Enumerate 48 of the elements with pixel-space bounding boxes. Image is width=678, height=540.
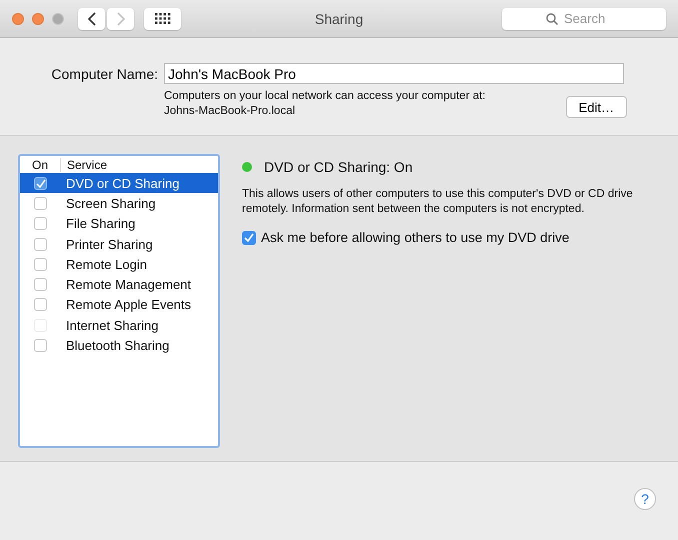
- checkbox[interactable]: [34, 298, 47, 312]
- checkbox[interactable]: [34, 196, 47, 210]
- network-note: Computers on your local network can access your computer at:: [164, 89, 486, 104]
- chevron-right-icon: [116, 12, 126, 26]
- service-row[interactable]: Bluetooth Sharing: [20, 335, 218, 356]
- service-row[interactable]: Remote Login: [20, 254, 218, 274]
- service-row[interactable]: Printer Sharing: [20, 234, 218, 254]
- edit-button[interactable]: Edit…: [566, 96, 627, 118]
- checkbox[interactable]: [34, 339, 47, 352]
- grid-icon: [154, 12, 170, 24]
- service-name: Remote Management: [66, 277, 192, 292]
- service-name: Remote Login: [66, 256, 147, 272]
- service-row[interactable]: Remote Apple Events: [20, 294, 218, 316]
- checkbox[interactable]: [34, 278, 47, 292]
- service-row[interactable]: File Sharing: [20, 214, 218, 234]
- service-name: Screen Sharing: [66, 196, 156, 211]
- computer-name-label: Computer Name:: [50, 66, 158, 82]
- service-row[interactable]: Remote Management: [20, 274, 218, 295]
- network-address: Johns-MacBook-Pro.local: [164, 104, 296, 119]
- description: This allows users of other computers to use this computer's DVD or CD drive remotely. Information sent between the computers is not encrypted.: [242, 187, 634, 217]
- computer-name-field[interactable]: John's MacBook Pro: [164, 63, 624, 84]
- checkbox[interactable]: [34, 176, 47, 190]
- window-title: Sharing: [314, 10, 364, 26]
- option-label: Ask me before allowing others to use my DVD drive: [261, 230, 570, 245]
- service-name: File Sharing: [66, 216, 136, 232]
- service-name: Internet Sharing: [66, 318, 159, 333]
- minimize-icon[interactable]: [32, 12, 44, 24]
- chevron-left-icon: [86, 12, 96, 26]
- service-name: Remote Apple Events: [66, 297, 192, 312]
- search-icon: [546, 12, 558, 24]
- back-button[interactable]: [78, 8, 105, 30]
- column-header: Service: [66, 158, 108, 172]
- service-name: Printer Sharing: [66, 236, 153, 252]
- checkbox[interactable]: [34, 258, 47, 271]
- show-all-button[interactable]: [144, 8, 181, 30]
- service-row[interactable]: DVD or CD Sharing: [20, 173, 218, 194]
- checkbox[interactable]: [34, 238, 47, 251]
- checkbox[interactable]: [34, 217, 47, 230]
- checkbox[interactable]: [242, 230, 256, 244]
- service-row[interactable]: Screen Sharing: [20, 193, 218, 214]
- close-icon[interactable]: [12, 12, 24, 24]
- service-name: DVD or CD Sharing: [66, 176, 180, 191]
- zoom-icon[interactable]: [52, 12, 64, 24]
- service-name: Bluetooth Sharing: [66, 338, 170, 354]
- help-button[interactable]: ?: [634, 488, 656, 510]
- status-text: DVD or CD Sharing: On: [264, 159, 413, 175]
- search-field[interactable]: Search: [502, 8, 666, 30]
- column-header: On: [20, 158, 61, 172]
